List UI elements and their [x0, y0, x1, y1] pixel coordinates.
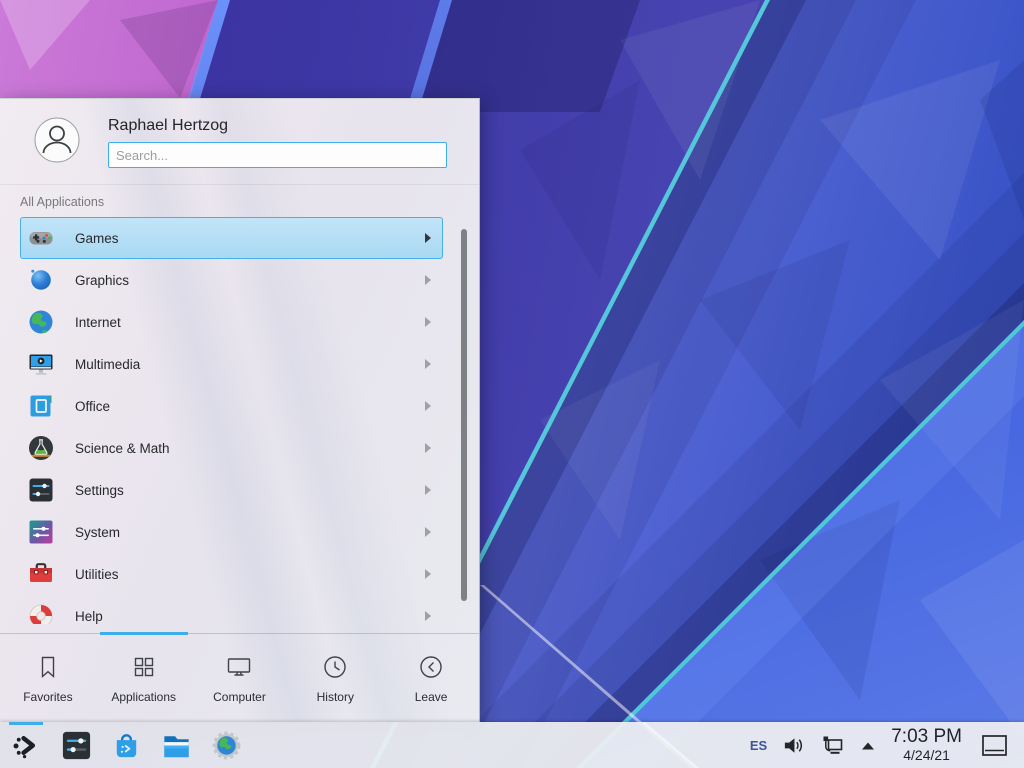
tab-label: Applications — [111, 690, 176, 704]
category-row-graphics[interactable]: Graphics — [20, 259, 443, 301]
show-desktop-button[interactable] — [981, 734, 1008, 757]
category-label: Office — [75, 399, 110, 414]
category-row-help[interactable]: Help — [20, 595, 443, 624]
launcher-tab-bar: Favorites Applications Computer History — [0, 633, 479, 722]
leave-icon — [416, 652, 446, 682]
application-launcher-menu: Raphael Hertzog All Applications — [0, 98, 480, 722]
web-browser-icon — [210, 729, 243, 762]
category-list: Games Graphics — [0, 215, 479, 624]
submenu-arrow-icon — [424, 527, 432, 537]
submenu-arrow-icon — [424, 317, 432, 327]
tab-label: Computer — [213, 690, 266, 704]
tab-leave[interactable]: Leave — [383, 634, 479, 722]
network-icon[interactable] — [820, 733, 845, 758]
application-launcher-icon — [10, 729, 43, 762]
discover-icon — [110, 729, 143, 762]
submenu-arrow-icon — [424, 359, 432, 369]
category-label: Science & Math — [75, 441, 170, 456]
system-icon — [27, 518, 55, 546]
clock-date: 4/24/21 — [891, 748, 962, 763]
submenu-arrow-icon — [424, 569, 432, 579]
submenu-arrow-icon — [424, 485, 432, 495]
file-manager-button[interactable] — [156, 722, 196, 768]
clock-icon — [320, 652, 350, 682]
grid-icon — [129, 652, 159, 682]
user-name: Raphael Hertzog — [108, 117, 447, 135]
submenu-arrow-icon — [424, 275, 432, 285]
taskbar: ES 7:03 PM 4/24/21 — [0, 722, 1024, 768]
list-scrollbar[interactable] — [461, 229, 467, 601]
system-tray: ES 7:03 PM 4/24/21 — [750, 727, 1016, 763]
search-input[interactable] — [108, 142, 447, 168]
science-icon — [27, 434, 55, 462]
category-label: Utilities — [75, 567, 119, 582]
expand-tray-caret-icon[interactable] — [860, 739, 876, 752]
clock-time: 7:03 PM — [891, 727, 962, 748]
tab-history[interactable]: History — [287, 634, 383, 722]
office-icon — [27, 392, 55, 420]
games-icon — [27, 224, 55, 252]
internet-icon — [27, 308, 55, 336]
multimedia-icon — [27, 350, 55, 378]
section-label: All Applications — [20, 195, 479, 209]
taskbar-apps — [6, 722, 246, 768]
discover-button[interactable] — [106, 722, 146, 768]
category-label: Games — [75, 231, 119, 246]
category-row-office[interactable]: Office — [20, 385, 443, 427]
category-label: Help — [75, 609, 103, 624]
category-row-utilities[interactable]: Utilities — [20, 553, 443, 595]
application-launcher-button[interactable] — [6, 722, 46, 768]
category-label: Multimedia — [75, 357, 140, 372]
tab-label: Leave — [415, 690, 448, 704]
digital-clock[interactable]: 7:03 PM 4/24/21 — [891, 727, 962, 763]
utilities-icon — [27, 560, 55, 588]
category-row-science-math[interactable]: Science & Math — [20, 427, 443, 469]
category-label: Settings — [75, 483, 124, 498]
help-icon — [27, 602, 55, 624]
launcher-header: Raphael Hertzog — [0, 99, 479, 185]
volume-icon[interactable] — [782, 734, 805, 757]
bookmark-icon — [33, 652, 63, 682]
system-settings-button[interactable] — [56, 722, 96, 768]
tab-label: History — [317, 690, 354, 704]
category-label: System — [75, 525, 120, 540]
settings-icon — [27, 476, 55, 504]
monitor-icon — [224, 652, 254, 682]
show-desktop-icon — [981, 734, 1008, 757]
category-label: Graphics — [75, 273, 129, 288]
system-settings-icon — [60, 729, 93, 762]
tab-favorites[interactable]: Favorites — [0, 634, 96, 722]
tab-label: Favorites — [23, 690, 72, 704]
tab-computer[interactable]: Computer — [192, 634, 288, 722]
category-row-system[interactable]: System — [20, 511, 443, 553]
category-row-games[interactable]: Games — [20, 217, 443, 259]
active-tab-indicator — [100, 632, 188, 635]
submenu-arrow-icon — [424, 611, 432, 621]
category-row-settings[interactable]: Settings — [20, 469, 443, 511]
submenu-arrow-icon — [424, 233, 432, 243]
user-avatar-icon — [34, 117, 80, 168]
category-row-internet[interactable]: Internet — [20, 301, 443, 343]
file-manager-icon — [160, 729, 193, 762]
submenu-arrow-icon — [424, 443, 432, 453]
category-label: Internet — [75, 315, 121, 330]
web-browser-button[interactable] — [206, 722, 246, 768]
keyboard-layout-indicator[interactable]: ES — [750, 738, 767, 753]
graphics-icon — [27, 266, 55, 294]
desktop[interactable]: Raphael Hertzog All Applications — [0, 0, 1024, 768]
category-row-multimedia[interactable]: Multimedia — [20, 343, 443, 385]
submenu-arrow-icon — [424, 401, 432, 411]
tab-applications[interactable]: Applications — [96, 634, 192, 722]
